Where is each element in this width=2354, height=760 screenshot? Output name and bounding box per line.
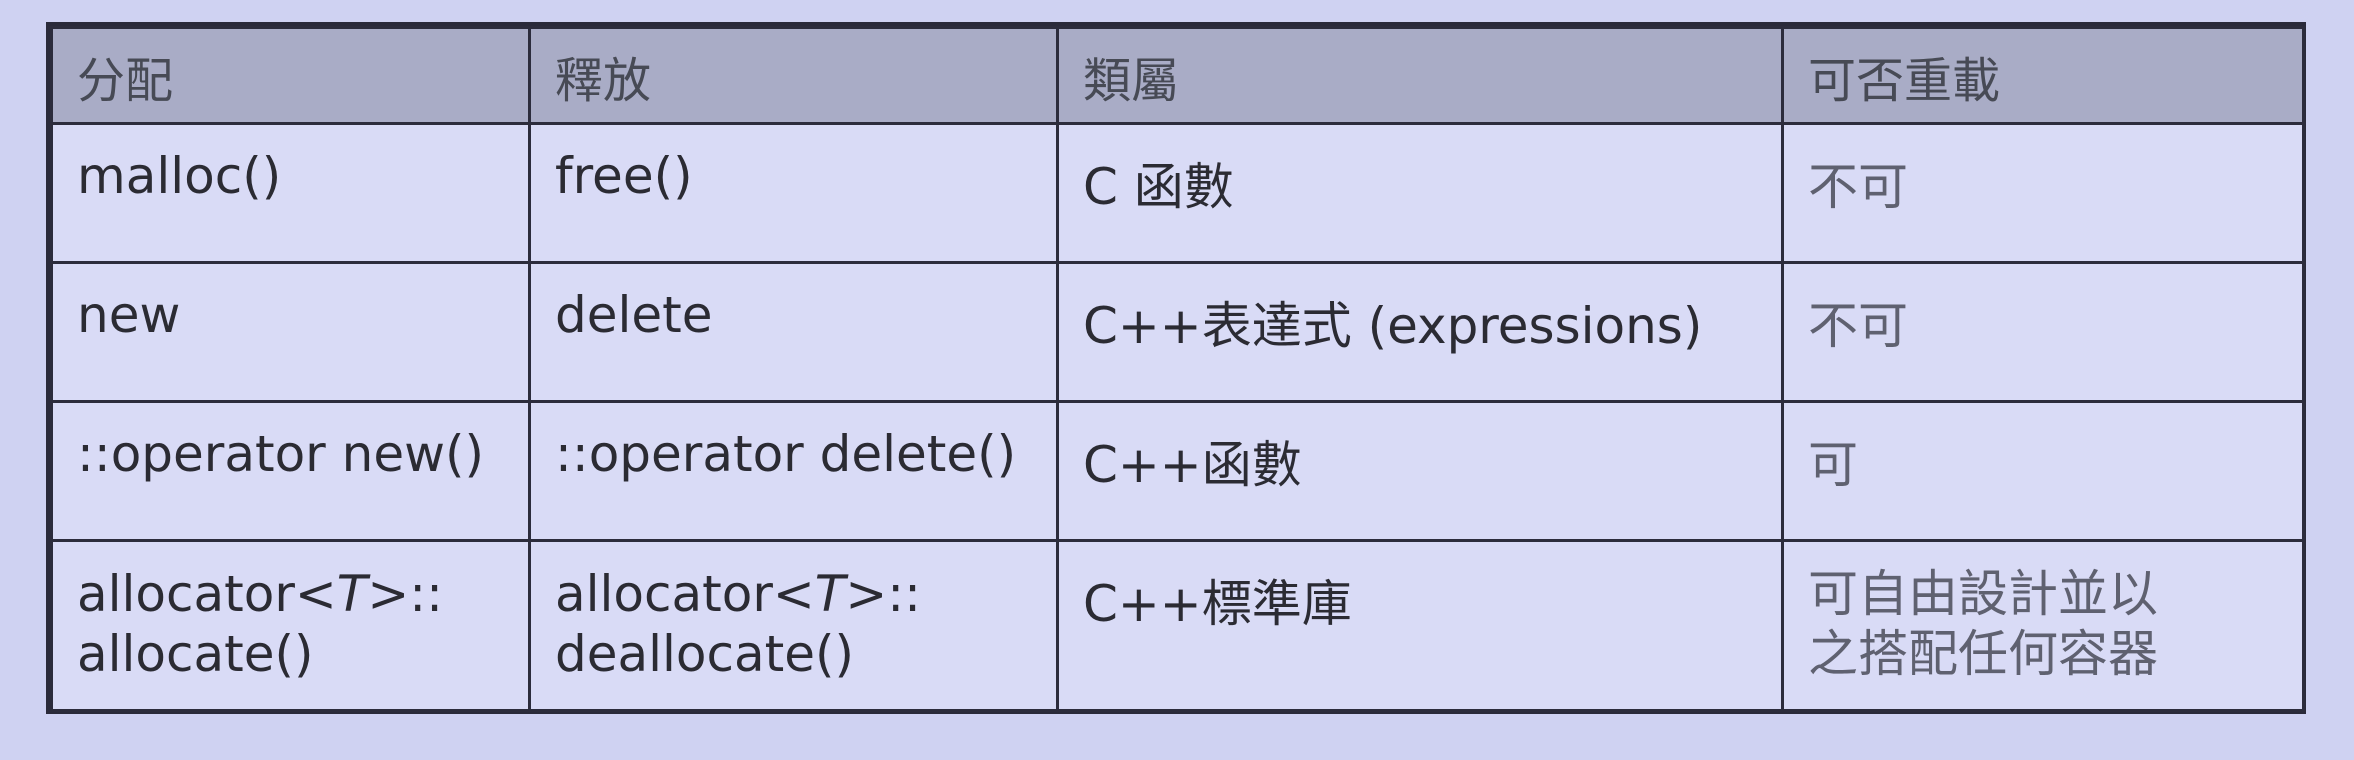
allocator-suffix: >:: xyxy=(845,565,921,623)
cell-allocate: ::operator new() xyxy=(50,400,531,542)
memory-primitives-table-frame: 分配 釋放 類屬 可否重載 malloc() free() C 函數 不可 ne… xyxy=(46,22,2306,714)
release-line-2: deallocate() xyxy=(555,625,855,683)
header-category: 類屬 xyxy=(1056,26,1784,125)
cell-release: delete xyxy=(528,261,1059,403)
cell-overloadable: 不可 xyxy=(1781,122,2305,264)
allocator-suffix: >:: xyxy=(367,565,443,623)
cell-category: C++表達式 (expressions) xyxy=(1056,261,1784,403)
cell-release: free() xyxy=(528,122,1059,264)
cell-overloadable: 可自由設計並以 之搭配任何容器 xyxy=(1781,539,2305,712)
header-release: 釋放 xyxy=(528,26,1059,125)
release-line-1: allocator<T>:: xyxy=(555,564,1032,624)
overload-line-2: 之搭配任何容器 xyxy=(1808,625,2158,683)
cell-allocate: new xyxy=(50,261,531,403)
allocator-prefix: allocator< xyxy=(77,565,337,623)
cell-release: allocator<T>:: deallocate() xyxy=(528,539,1059,712)
allocator-prefix: allocator< xyxy=(555,565,815,623)
table-row: ::operator new() ::operator delete() C++… xyxy=(50,400,2305,542)
cell-allocate: malloc() xyxy=(50,122,531,264)
cell-category: C++函數 xyxy=(1056,400,1784,542)
table-row: malloc() free() C 函數 不可 xyxy=(50,122,2305,264)
template-param: T xyxy=(336,565,368,623)
cell-allocate: allocator<T>:: allocate() xyxy=(50,539,531,712)
table-row: allocator<T>:: allocate() allocator<T>::… xyxy=(50,539,2305,712)
cell-overloadable: 不可 xyxy=(1781,261,2305,403)
cell-category: C 函數 xyxy=(1056,122,1784,264)
table-header-row: 分配 釋放 類屬 可否重載 xyxy=(50,26,2305,125)
cell-category: C++標準庫 xyxy=(1056,539,1784,712)
allocate-line-1: allocator<T>:: xyxy=(77,564,504,624)
cell-overloadable: 可 xyxy=(1781,400,2305,542)
memory-primitives-table: 分配 釋放 類屬 可否重載 malloc() free() C 函數 不可 ne… xyxy=(50,26,2305,712)
allocate-line-2: allocate() xyxy=(77,625,314,683)
table-row: new delete C++表達式 (expressions) 不可 xyxy=(50,261,2305,403)
header-overloadable: 可否重載 xyxy=(1781,26,2305,125)
overload-line-1: 可自由設計並以 xyxy=(1808,565,2158,623)
header-allocate: 分配 xyxy=(50,26,531,125)
cell-release: ::operator delete() xyxy=(528,400,1059,542)
template-param: T xyxy=(814,565,846,623)
